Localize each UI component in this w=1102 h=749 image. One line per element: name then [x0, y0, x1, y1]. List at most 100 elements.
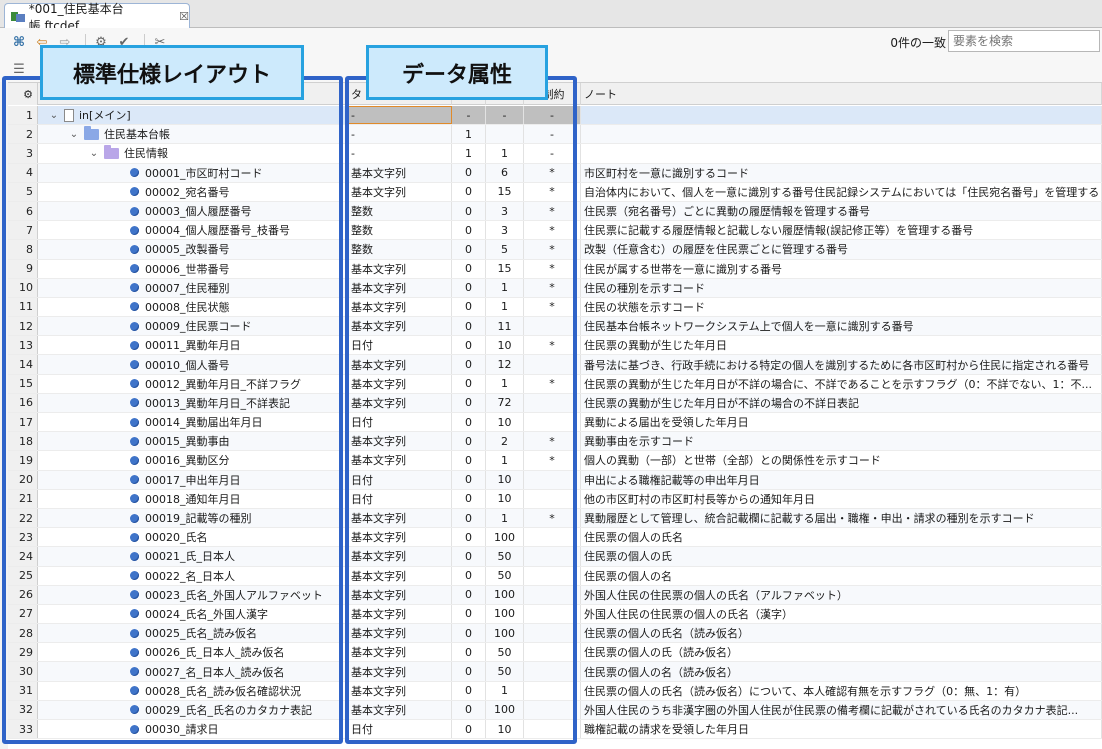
constraint-cell[interactable]	[524, 700, 581, 719]
type-cell[interactable]: 基本文字列	[348, 432, 452, 451]
element-name-cell[interactable]: 00026_氏_日本人_読み仮名	[38, 643, 348, 662]
table-row[interactable]: 14 00010_個人番号 基本文字列 0 12 番号法に基づき、行政手続における特定の個…	[8, 355, 1102, 375]
table-row[interactable]: 10 00007_住民種別 基本文字列 0 1 * 住民の種別を示すコード	[8, 278, 1102, 298]
min-cell[interactable]: 0	[452, 547, 486, 566]
constraint-cell[interactable]	[524, 528, 581, 547]
table-row[interactable]: 3 ⌄ 住民情報 -1 1-	[8, 144, 1102, 164]
max-cell[interactable]: 10	[486, 413, 524, 432]
table-row[interactable]: 20 00017_申出年月日 日付 0 10 申出による職権記載等の申出年月日	[8, 470, 1102, 490]
header-note[interactable]: ノート	[581, 83, 1102, 105]
table-row[interactable]: 9 00006_世帯番号 基本文字列 0 15 * 住民が属する世帯を一意に識別する番号	[8, 259, 1102, 279]
note-cell[interactable]: 外国人住民の住民票の個人の氏名（漢字）	[581, 604, 1102, 624]
min-cell[interactable]: 0	[452, 624, 486, 643]
min-cell[interactable]: 0	[452, 240, 486, 259]
type-cell[interactable]: 整数	[348, 240, 452, 259]
min-cell[interactable]: 0	[452, 700, 486, 719]
element-name-cell[interactable]: 00023_氏名_外国人アルファベット	[38, 585, 348, 604]
chevron-down-icon[interactable]: ⌄	[48, 110, 60, 121]
element-name-cell[interactable]: 00030_請求日	[38, 720, 348, 739]
min-cell[interactable]: 0	[452, 393, 486, 412]
max-cell[interactable]: 50	[486, 662, 524, 681]
note-cell[interactable]: 異動履歴として管理し、統合記載欄に記載する届出・職権・申出・請求の種別を示すコー…	[581, 508, 1102, 528]
table-row[interactable]: 33 00030_請求日 日付 0 10 職権記載の請求を受領した年月日	[8, 720, 1102, 740]
type-cell[interactable]: 基本文字列	[348, 547, 452, 566]
type-cell[interactable]: 整数	[348, 201, 452, 221]
type-cell[interactable]: 基本文字列	[348, 163, 452, 182]
element-name-cell[interactable]: 00018_通知年月日	[38, 489, 348, 508]
note-cell[interactable]: 外国人住民のうち非漢字圏の外国人住民が住民票の備考欄に記載がされている氏名のカタ…	[581, 700, 1102, 719]
constraint-cell[interactable]: *	[524, 374, 581, 393]
min-cell[interactable]: 0	[452, 163, 486, 182]
constraint-cell[interactable]: *	[524, 297, 581, 317]
constraint-cell[interactable]	[524, 643, 581, 662]
min-cell[interactable]: 1	[452, 144, 486, 163]
constraint-cell[interactable]	[524, 393, 581, 412]
element-name-cell[interactable]: 00019_記載等の種別	[38, 508, 348, 528]
note-cell[interactable]: 異動による届出を受領した年月日	[581, 413, 1102, 432]
constraint-cell[interactable]: -	[524, 106, 581, 125]
min-cell[interactable]: 0	[452, 432, 486, 451]
element-name-cell[interactable]: ⌄ 住民基本台帳	[38, 125, 348, 144]
note-cell[interactable]: 住民票の異動が生じた年月日	[581, 336, 1102, 355]
constraint-cell[interactable]	[524, 489, 581, 508]
note-cell[interactable]: 住民の状態を示すコード	[581, 297, 1102, 317]
max-cell[interactable]: 2	[486, 432, 524, 451]
constraint-cell[interactable]: *	[524, 278, 581, 297]
note-cell[interactable]: 他の市区町村の市区町村長等からの通知年月日	[581, 489, 1102, 508]
min-cell[interactable]: 0	[452, 182, 486, 201]
constraint-cell[interactable]	[524, 662, 581, 681]
constraint-cell[interactable]: *	[524, 201, 581, 221]
note-cell[interactable]: 住民票の個人の氏名（読み仮名）	[581, 624, 1102, 643]
type-cell[interactable]: 基本文字列	[348, 374, 452, 393]
type-cell[interactable]: 基本文字列	[348, 451, 452, 470]
table-row[interactable]: 28 00025_氏名_読み仮名 基本文字列 0 100 住民票の個人の氏名（読み仮名）	[8, 624, 1102, 644]
max-cell[interactable]: 1	[486, 278, 524, 297]
type-cell[interactable]: -	[348, 106, 452, 125]
constraint-cell[interactable]	[524, 355, 581, 374]
table-row[interactable]: 17 00014_異動届出年月日 日付 0 10 異動による届出を受領した年月日	[8, 413, 1102, 433]
type-cell[interactable]: -	[348, 144, 452, 163]
table-row[interactable]: 1 ⌄ in[メイン] - - - -	[8, 106, 1102, 126]
table-row[interactable]: 18 00015_異動事由 基本文字列 0 2 * 異動事由を示すコード	[8, 432, 1102, 452]
note-cell[interactable]	[581, 125, 1102, 144]
table-row[interactable]: 6 00003_個人履歴番号 整数 0 3 * 住民票（宛名番号）ごとに異動の履歴情報を管理…	[8, 201, 1102, 222]
element-name-cell[interactable]: 00001_市区町村コード	[38, 163, 348, 182]
type-cell[interactable]: 日付	[348, 413, 452, 432]
element-name-cell[interactable]: 00006_世帯番号	[38, 259, 348, 278]
element-name-cell[interactable]: 00015_異動事由	[38, 432, 348, 451]
max-cell[interactable]: 1	[486, 451, 524, 470]
table-row[interactable]: 31 00028_氏名_読み仮名確認状況 基本文字列 0 1 住民票の個人の氏名（読み仮名…	[8, 681, 1102, 701]
note-cell[interactable]: 番号法に基づき、行政手続における特定の個人を識別するために各市区町村から住民に指…	[581, 355, 1102, 374]
type-cell[interactable]: 基本文字列	[348, 393, 452, 412]
min-cell[interactable]: 0	[452, 336, 486, 355]
note-cell[interactable]: 住民票の個人の名	[581, 566, 1102, 585]
min-cell[interactable]: 0	[452, 201, 486, 221]
constraint-cell[interactable]	[524, 624, 581, 643]
element-name-cell[interactable]: 00008_住民状態	[38, 297, 348, 317]
max-cell[interactable]: 10	[486, 336, 524, 355]
min-cell[interactable]: 0	[452, 451, 486, 470]
table-row[interactable]: 5 00002_宛名番号 基本文字列 0 15 * 自治体内において、個人を一意に識別する番…	[8, 182, 1102, 202]
max-cell[interactable]: 100	[486, 528, 524, 547]
max-cell[interactable]: 50	[486, 643, 524, 662]
type-cell[interactable]: 基本文字列	[348, 681, 452, 700]
table-row[interactable]: 29 00026_氏_日本人_読み仮名 基本文字列 0 50 住民票の個人の氏（読み仮名）	[8, 643, 1102, 663]
constraint-cell[interactable]: *	[524, 451, 581, 470]
element-name-cell[interactable]: 00007_住民種別	[38, 278, 348, 297]
type-cell[interactable]: 基本文字列	[348, 259, 452, 278]
min-cell[interactable]: 0	[452, 528, 486, 547]
min-cell[interactable]: 0	[452, 355, 486, 374]
note-cell[interactable]: 住民票の個人の氏（読み仮名）	[581, 643, 1102, 662]
table-row[interactable]: 23 00020_氏名 基本文字列 0 100 住民票の個人の氏名	[8, 528, 1102, 548]
note-cell[interactable]: 住民票の個人の氏名	[581, 528, 1102, 547]
chevron-down-icon[interactable]: ⌄	[88, 148, 100, 159]
type-cell[interactable]: 基本文字列	[348, 624, 452, 643]
min-cell[interactable]: 1	[452, 125, 486, 144]
min-cell[interactable]: 0	[452, 662, 486, 681]
table-row[interactable]: 2 ⌄ 住民基本台帳 -1-	[8, 125, 1102, 145]
note-cell[interactable]: 個人の異動（一部）と世帯（全部）との関係性を示すコード	[581, 451, 1102, 470]
note-cell[interactable]: 住民基本台帳ネットワークシステム上で個人を一意に識別する番号	[581, 317, 1102, 336]
min-cell[interactable]: 0	[452, 604, 486, 624]
table-row[interactable]: 16 00013_異動年月日_不詳表記 基本文字列 0 72 住民票の異動が生じた年月日が…	[8, 393, 1102, 413]
max-cell[interactable]: 1	[486, 374, 524, 393]
